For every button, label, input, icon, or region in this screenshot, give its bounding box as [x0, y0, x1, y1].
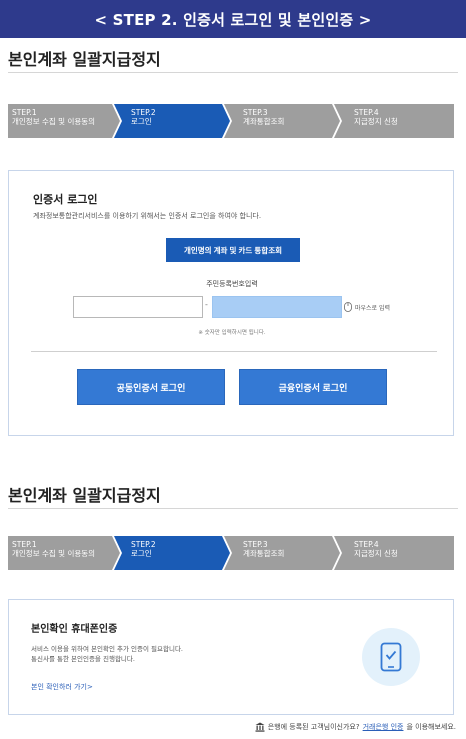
step-1-num: STEP.1	[12, 540, 37, 549]
finance-cert-login-button[interactable]: 금융인증서 로그인	[239, 369, 387, 405]
cert-login-panel: 인증서 로그인 계좌정보통합관리서비스를 이용하기 위해서는 인증서 로그인을 …	[8, 170, 454, 436]
step-3-num: STEP.3	[243, 540, 268, 549]
step-1: STEP.1 개인정보 수집 및 이용동의	[12, 540, 95, 558]
bank-auth-text-before: 은행에 등록된 고객님이신가요?	[267, 723, 360, 731]
mouse-input-toggle[interactable]: 마우스로 입력	[344, 302, 390, 312]
step-2: STEP.2 로그인	[131, 540, 156, 558]
bank-auth-note: 은행에 등록된 고객님이신가요? 거래은행 인증 을 이용해보세요.	[255, 722, 456, 732]
rrn-note: ※ 숫자만 입력하시면 됩니다.	[198, 330, 266, 336]
rrn-back-input[interactable]	[212, 296, 342, 318]
step-4: STEP.4 지급정지 신청	[354, 540, 398, 558]
integrated-inquiry-button[interactable]: 개인명의 계좌 및 카드 통합조회	[166, 238, 300, 262]
phone-auth-desc: 서비스 이용을 위하여 본인확인 추가 인증이 필요합니다. 통신사를 통한 본…	[31, 644, 331, 664]
step-1: STEP.1 개인정보 수집 및 이용동의	[12, 108, 95, 126]
step-progress-2: STEP.1 개인정보 수집 및 이용동의 STEP.2 로그인 STEP.3 …	[8, 536, 454, 570]
step-4: STEP.4 지급정지 신청	[354, 108, 398, 126]
step-4-num: STEP.4	[354, 108, 379, 117]
bank-icon	[255, 722, 265, 732]
step-3-label: 계좌통합조회	[243, 117, 285, 126]
step-3-label: 계좌통합조회	[243, 549, 285, 558]
step-3: STEP.3 계좌통합조회	[243, 108, 284, 126]
go-verify-link[interactable]: 본인 확인하러 가기>	[31, 682, 93, 692]
rrn-dash: -	[205, 300, 208, 309]
step-progress-1: STEP.1 개인정보 수집 및 이용동의 STEP.2 로그인 STEP.3 …	[8, 104, 454, 138]
step-3-num: STEP.3	[243, 108, 268, 117]
phone-auth-desc-line2: 통신사를 통한 본인인증을 진행합니다.	[31, 655, 135, 663]
step-4-num: STEP.4	[354, 540, 379, 549]
page-banner: < STEP 2. 인증서 로그인 및 본인인증 >	[0, 0, 466, 38]
cert-login-title: 인증서 로그인	[33, 193, 98, 206]
step-4-label: 지급정지 신청	[354, 117, 398, 126]
rrn-label: 주민등록번호입력	[206, 280, 258, 288]
mobile-check-icon	[362, 628, 420, 686]
public-cert-login-button[interactable]: 공동인증서 로그인	[77, 369, 225, 405]
step-2-num: STEP.2	[131, 540, 156, 549]
bank-auth-link[interactable]: 거래은행 인증	[363, 722, 404, 732]
bank-auth-text-after: 을 이용해보세요.	[406, 723, 456, 731]
step-3: STEP.3 계좌통합조회	[243, 540, 284, 558]
phone-auth-title: 본인확인 휴대폰인증	[31, 624, 118, 635]
mouse-icon	[344, 302, 352, 312]
section-title-1: 본인계좌 일괄지급정지	[8, 50, 161, 69]
step-2-label: 로그인	[131, 549, 152, 558]
cert-login-desc: 계좌정보통합관리서비스를 이용하기 위해서는 인증서 로그인을 하여야 합니다.	[33, 212, 262, 220]
section-divider-1	[8, 72, 458, 73]
step-1-label: 개인정보 수집 및 이용동의	[12, 117, 96, 126]
cert-panel-divider	[31, 351, 437, 352]
step-1-label: 개인정보 수집 및 이용동의	[12, 549, 96, 558]
section-divider-2	[8, 508, 458, 509]
step-4-label: 지급정지 신청	[354, 549, 398, 558]
section-title-2: 본인계좌 일괄지급정지	[8, 486, 161, 505]
rrn-front-input[interactable]	[73, 296, 203, 318]
step-2: STEP.2 로그인	[131, 108, 156, 126]
step-1-num: STEP.1	[12, 108, 37, 117]
step-2-label: 로그인	[131, 117, 152, 126]
mouse-input-label: 마우스로 입력	[355, 304, 391, 312]
step-2-num: STEP.2	[131, 108, 156, 117]
phone-auth-panel: 본인확인 휴대폰인증 서비스 이용을 위하여 본인확인 추가 인증이 필요합니다…	[8, 599, 454, 715]
phone-auth-desc-line1: 서비스 이용을 위하여 본인확인 추가 인증이 필요합니다.	[31, 645, 184, 653]
